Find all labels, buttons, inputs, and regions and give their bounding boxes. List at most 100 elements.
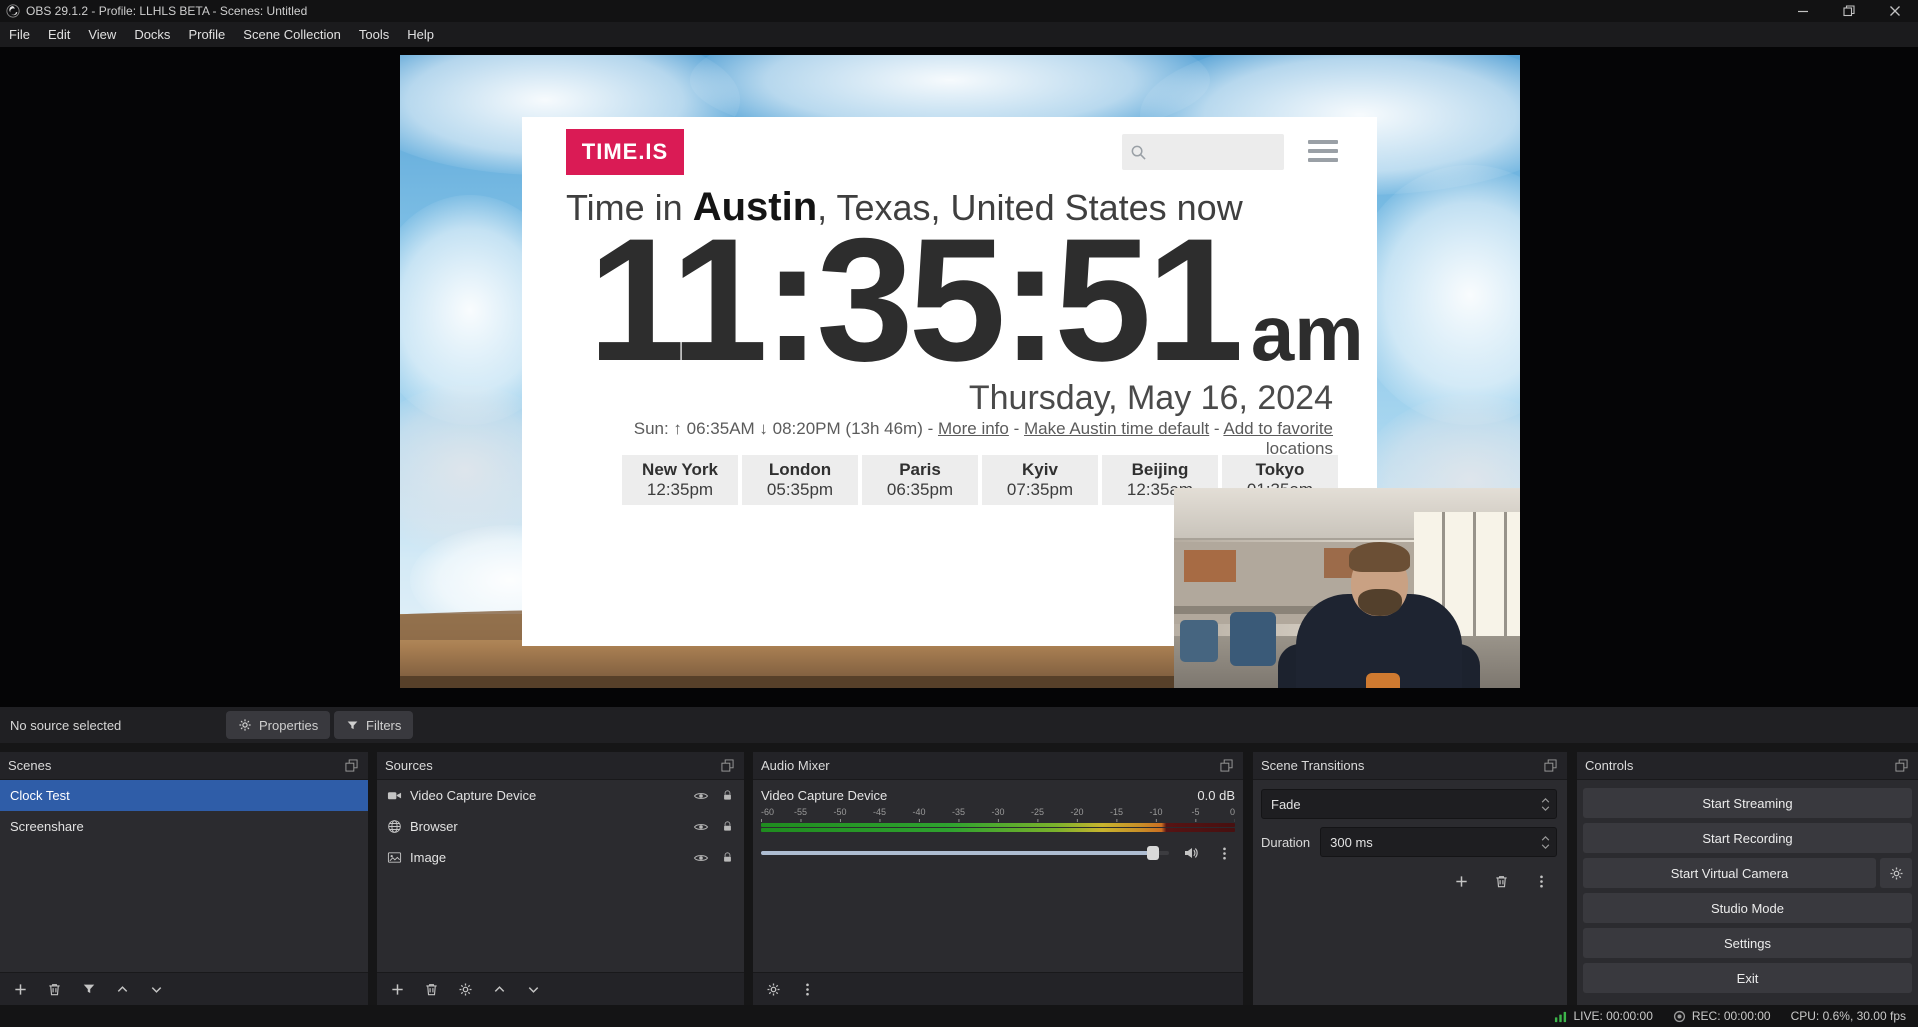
window-title: OBS 29.1.2 - Profile: LLHLS BETA - Scene… [26,4,307,18]
advanced-audio-gear-icon[interactable] [760,977,787,1001]
camera-icon [387,788,402,803]
source-properties-button[interactable] [452,977,479,1001]
filters-button[interactable]: Filters [334,711,413,739]
virtual-camera-row: Start Virtual Camera [1583,858,1912,888]
lock-icon[interactable] [721,851,734,864]
transition-select[interactable]: Fade [1261,789,1557,819]
controls-dock: Controls Start Streaming Start Recording… [1577,752,1918,1005]
move-source-down-button[interactable] [520,977,547,1001]
meter-tick-marks [761,819,1235,822]
menu-edit[interactable]: Edit [39,22,79,47]
scene-preview-canvas[interactable]: TIME.IS Time in Austin, Texas, United St… [400,55,1520,688]
globe-icon [387,819,402,834]
duration-row: Duration 300 ms [1261,827,1557,857]
lock-icon[interactable] [721,789,734,802]
webcam-source[interactable] [1174,488,1520,688]
menu-help[interactable]: Help [398,22,443,47]
add-transition-button[interactable] [1448,869,1475,893]
record-icon [1673,1010,1686,1023]
status-bar: LIVE: 00:00:00 REC: 00:00:00 CPU: 0.6%, … [0,1005,1918,1027]
world-clock-kyiv: Kyiv07:35pm [982,455,1098,505]
menu-profile[interactable]: Profile [179,22,234,47]
sources-dock: Sources Video Capture Device Browser [377,752,744,1005]
lock-icon[interactable] [721,820,734,833]
combo-arrows [1541,798,1550,811]
timeis-logo: TIME.IS [566,129,684,175]
settings-button[interactable]: Settings [1583,928,1912,958]
add-source-button[interactable] [384,977,411,1001]
popout-icon[interactable] [343,757,360,774]
volume-slider[interactable] [761,851,1169,855]
clock-ampm: am [1251,288,1364,379]
close-button[interactable] [1872,0,1918,22]
remove-scene-button[interactable] [41,977,68,1001]
mixer-menu-kebab-icon[interactable] [794,977,821,1001]
source-item-browser[interactable]: Browser [377,811,744,842]
scenes-dock-title: Scenes [8,758,343,773]
audio-mixer-dock: Audio Mixer Video Capture Device 0.0 dB … [753,752,1243,1005]
popout-icon[interactable] [719,757,736,774]
title-bar: OBS 29.1.2 - Profile: LLHLS BETA - Scene… [0,0,1918,22]
studio-mode-button[interactable]: Studio Mode [1583,893,1912,923]
virtual-camera-settings-button[interactable] [1880,858,1912,888]
minimize-button[interactable] [1780,0,1826,22]
move-source-up-button[interactable] [486,977,513,1001]
menu-tools[interactable]: Tools [350,22,398,47]
timeis-date: Thursday, May 16, 2024 [633,379,1333,418]
mixer-options-kebab-icon[interactable] [1213,841,1235,865]
duration-label: Duration [1261,835,1310,850]
hamburger-menu-icon [1308,140,1338,167]
scene-filters-button[interactable] [75,977,102,1001]
restore-button[interactable] [1826,0,1872,22]
clock-digits: 11:35:51 [588,213,1239,388]
spinbox-arrows[interactable] [1541,836,1550,849]
source-item-image[interactable]: Image [377,842,744,873]
remove-source-button[interactable] [418,977,445,1001]
popout-icon[interactable] [1893,757,1910,774]
source-item-video-capture[interactable]: Video Capture Device [377,780,744,811]
world-clock-paris: Paris06:35pm [862,455,978,505]
start-streaming-button[interactable]: Start Streaming [1583,788,1912,818]
speaker-icon[interactable] [1180,841,1202,865]
volume-meter-left [761,823,1235,827]
timeis-search-box [1122,134,1284,170]
start-virtual-camera-button[interactable]: Start Virtual Camera [1583,858,1876,888]
move-scene-up-button[interactable] [109,977,136,1001]
visibility-eye-icon[interactable] [693,819,709,835]
gear-icon [238,718,252,732]
source-context-toolbar: No source selected Properties Filters [0,707,1918,743]
add-scene-button[interactable] [7,977,34,1001]
exit-button[interactable]: Exit [1583,963,1912,993]
visibility-eye-icon[interactable] [693,850,709,866]
image-icon [387,850,402,865]
controls-body: Start Streaming Start Recording Start Vi… [1577,780,1918,1005]
volume-slider-handle[interactable] [1147,846,1159,860]
audio-mixer-dock-title: Audio Mixer [761,758,1218,773]
office-chair [1180,620,1218,662]
popout-icon[interactable] [1542,757,1559,774]
scene-item-screenshare[interactable]: Screenshare [0,811,368,842]
popout-icon[interactable] [1218,757,1235,774]
remove-transition-button[interactable] [1488,869,1515,893]
start-recording-button[interactable]: Start Recording [1583,823,1912,853]
transition-options-kebab-icon[interactable] [1528,869,1555,893]
volume-slider-row [761,841,1235,865]
scene-item-clock-test[interactable]: Clock Test [0,780,368,811]
sources-toolbar [377,972,744,1005]
menu-view[interactable]: View [79,22,125,47]
menu-scene-collection[interactable]: Scene Collection [234,22,350,47]
menu-file[interactable]: File [0,22,39,47]
scene-transitions-body: Fade Duration 300 ms [1253,780,1567,1005]
filter-icon [346,719,359,732]
audio-mixer-body: Video Capture Device 0.0 dB -60 -55 -50 … [753,780,1243,972]
properties-button[interactable]: Properties [226,711,330,739]
menu-docks[interactable]: Docks [125,22,179,47]
move-scene-down-button[interactable] [143,977,170,1001]
controls-dock-header: Controls [1577,752,1918,780]
live-status: LIVE: 00:00:00 [1554,1009,1652,1023]
sources-dock-header: Sources [377,752,744,780]
make-default-link: Make Austin time default [1024,419,1209,438]
duration-spinbox[interactable]: 300 ms [1320,827,1557,857]
transition-buttons-row [1261,869,1557,893]
visibility-eye-icon[interactable] [693,788,709,804]
